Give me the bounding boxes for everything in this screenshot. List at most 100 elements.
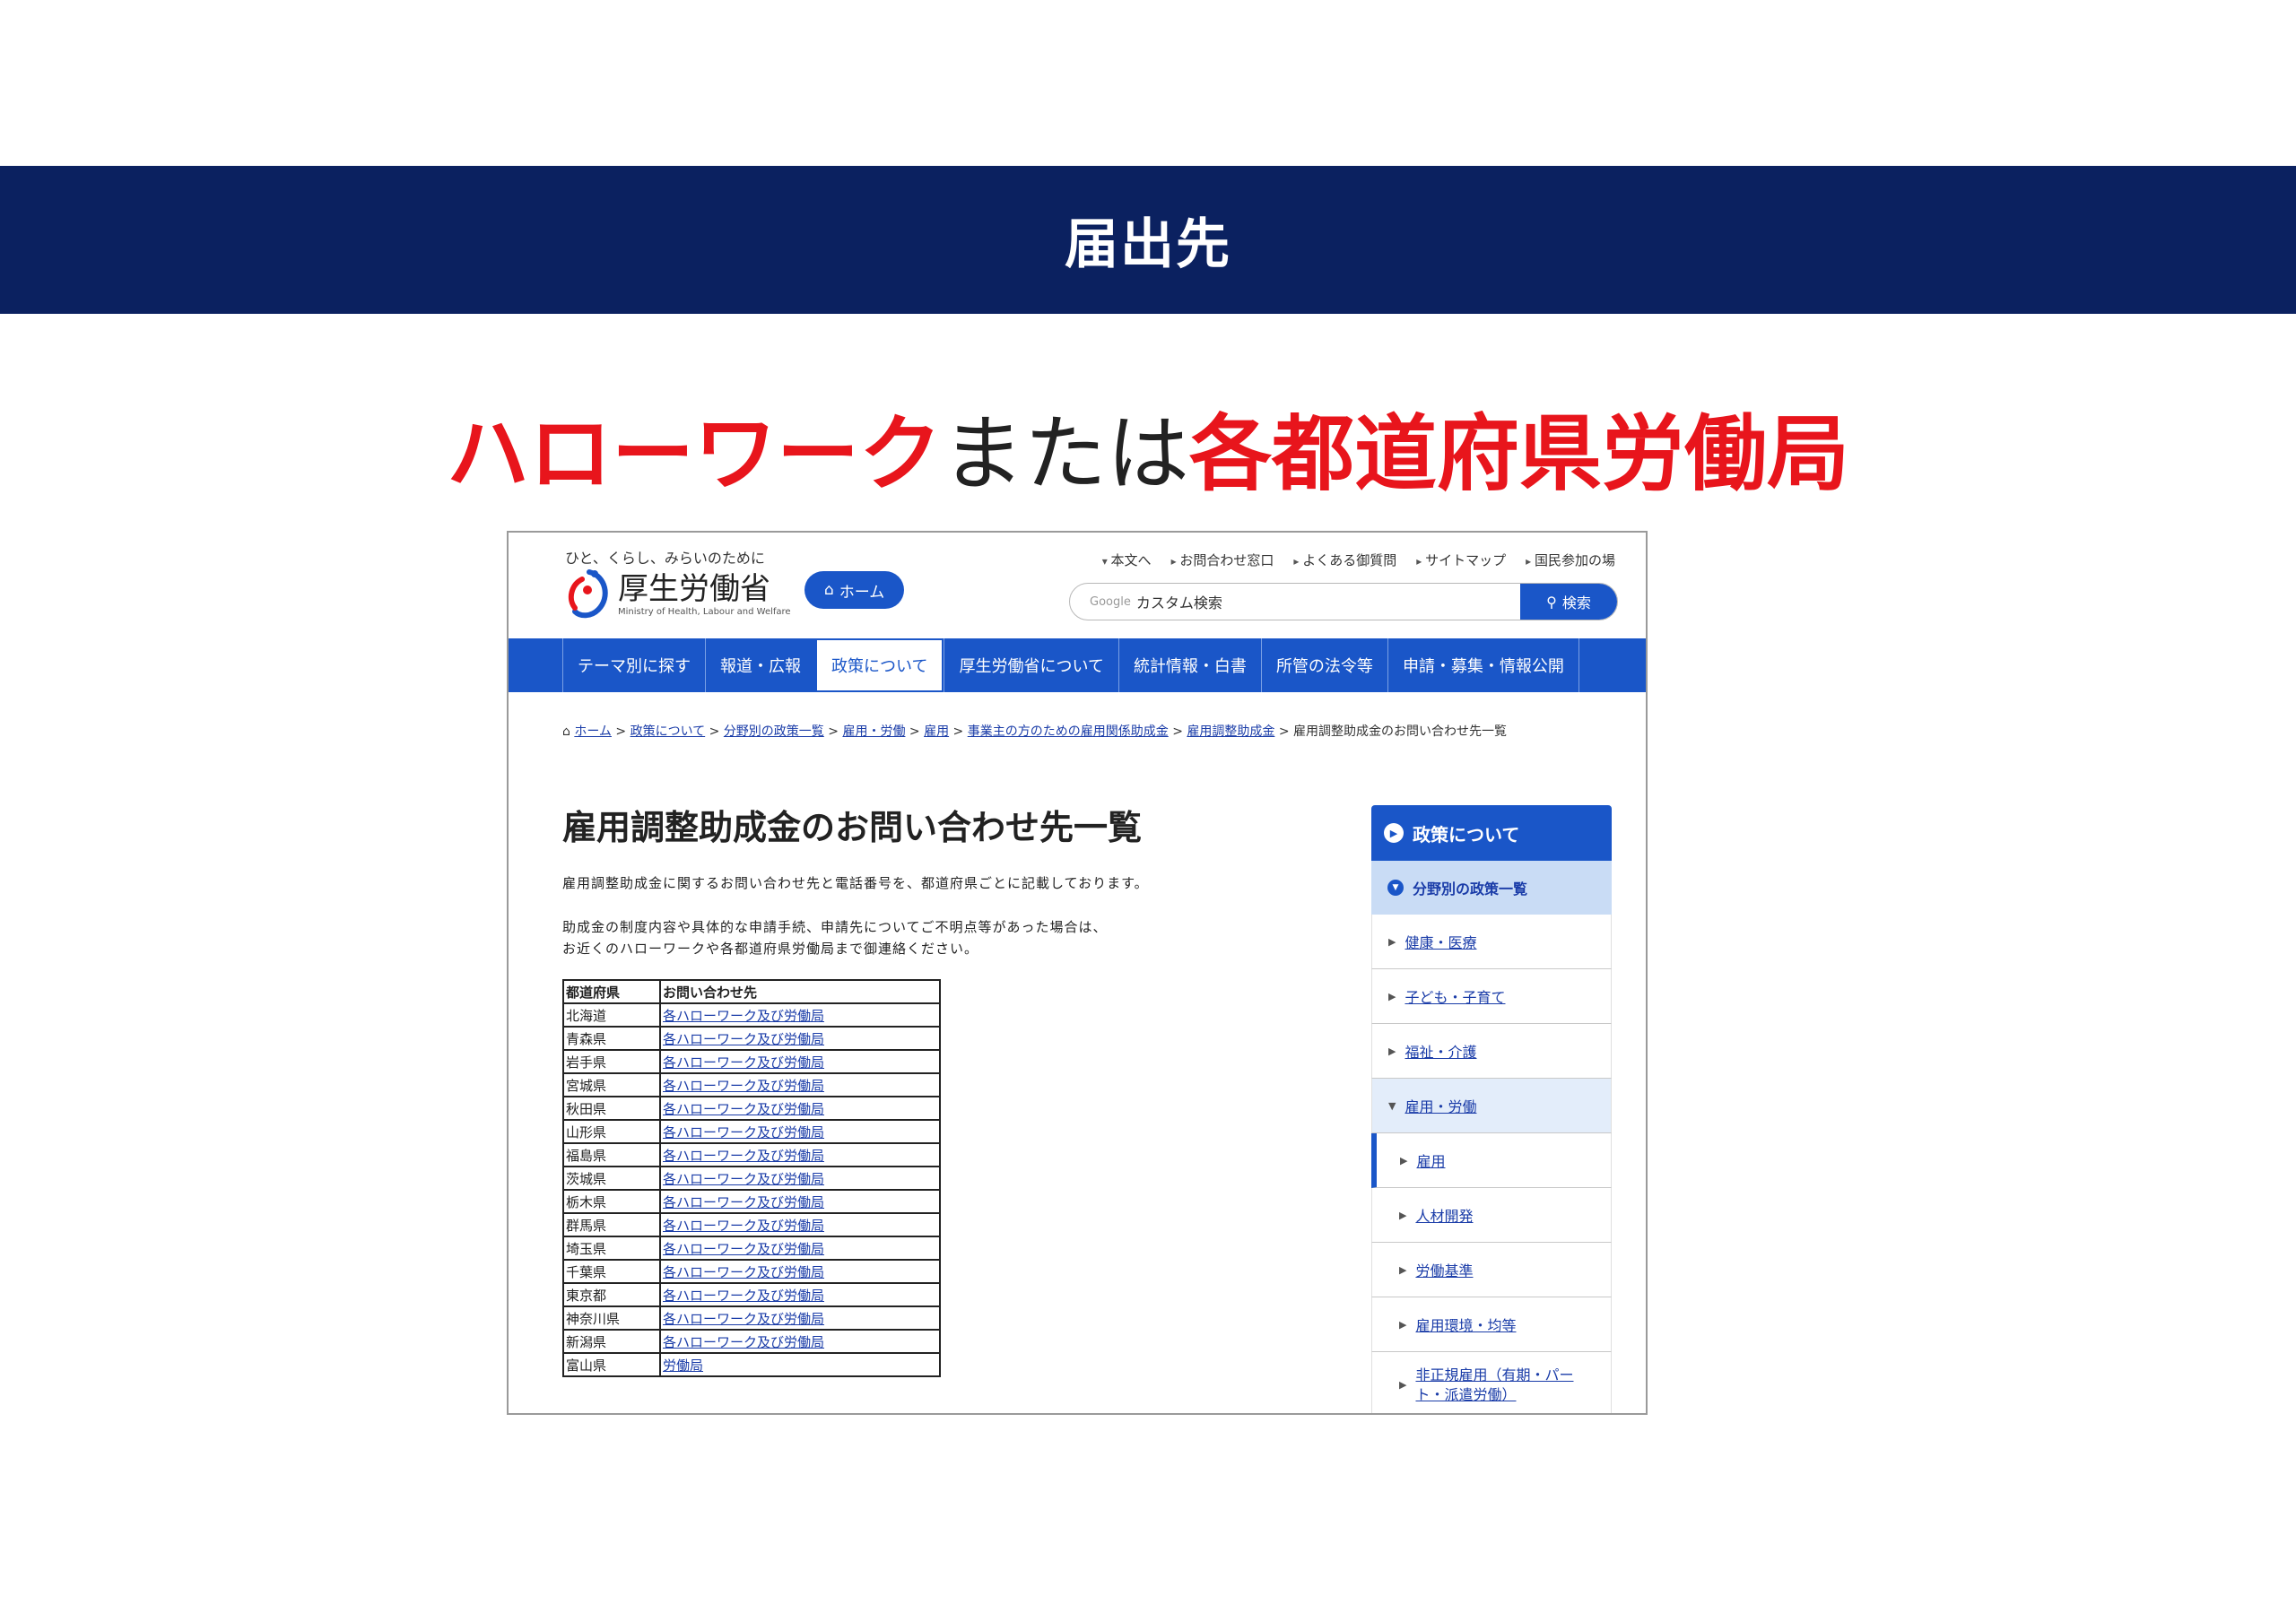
table-row: 千葉県 各ハローワーク及び労働局 [562, 1259, 941, 1284]
headline: ハローワークまたは各都道府県労働局 [0, 405, 2296, 504]
contact-link[interactable]: 各ハローワーク及び労働局 [663, 1218, 824, 1234]
sidebar-child-employment[interactable]: ▶ 雇用 [1371, 1133, 1612, 1188]
contact-link[interactable]: 各ハローワーク及び労働局 [663, 1334, 824, 1350]
contact-link[interactable]: 各ハローワーク及び労働局 [663, 1264, 824, 1280]
contact-link[interactable]: 各ハローワーク及び労働局 [663, 1008, 824, 1024]
sidebar-item-label[interactable]: 子ども・子育て [1405, 985, 1505, 1007]
sidebar-item-label[interactable]: 福祉・介護 [1405, 1040, 1476, 1062]
sidebar-heading[interactable]: ▶ 政策について [1371, 805, 1612, 861]
breadcrumb-item[interactable]: 分野別の政策一覧 [724, 724, 824, 739]
home-button[interactable]: ⌂ ホーム [804, 571, 905, 609]
link-skip-to-content[interactable]: 本文へ [1102, 551, 1152, 569]
cell-contact: 各ハローワーク及び労働局 [659, 1212, 941, 1237]
cell-contact: 各ハローワーク及び労働局 [659, 1305, 941, 1331]
sidebar-item-employment-labour[interactable]: ▼ 雇用・労働 [1371, 1079, 1612, 1133]
cell-prefecture: 東京都 [562, 1282, 661, 1307]
sidebar-item-label[interactable]: 健康・医療 [1405, 931, 1476, 952]
sidebar-child-label[interactable]: 雇用 [1416, 1149, 1445, 1171]
link-faq[interactable]: よくある御質問 [1293, 551, 1396, 569]
search-brand: Google [1090, 594, 1131, 609]
sidebar-item-health[interactable]: ▶ 健康・医療 [1371, 915, 1612, 969]
contact-link[interactable]: 各ハローワーク及び労働局 [663, 1031, 824, 1047]
triangle-right-icon: ▶ [1399, 1379, 1407, 1391]
breadcrumb-item[interactable]: 雇用 [924, 724, 949, 739]
cell-prefecture: 北海道 [562, 1002, 661, 1028]
contact-table: 都道府県 お問い合わせ先 北海道 各ハローワーク及び労働局 青森県 各ハローワーク及び… [562, 979, 941, 1377]
headline-labour-bureau: 各都道府県労働局 [1189, 406, 1850, 502]
sidebar-sub-label: 分野別の政策一覧 [1413, 880, 1528, 898]
breadcrumb-separator: > [1278, 724, 1290, 739]
gnav-laws[interactable]: 所管の法令等 [1260, 638, 1387, 692]
sidebar-child-equality[interactable]: ▶ 雇用環境・均等 [1371, 1297, 1612, 1352]
cell-prefecture: 群馬県 [562, 1212, 661, 1237]
sidebar-child-label[interactable]: 非正規雇用（有期・パート・派遣労働） [1415, 1366, 1586, 1405]
breadcrumb-separator: > [909, 724, 920, 739]
link-contact[interactable]: お問合わせ窓口 [1171, 551, 1274, 569]
gnav-about[interactable]: 厚生労働省について [944, 638, 1118, 692]
arrow-circle-icon: ▶ [1384, 823, 1404, 843]
mhlw-logo-icon [568, 569, 608, 619]
table-row: 青森県 各ハローワーク及び労働局 [562, 1026, 941, 1051]
triangle-down-icon: ▼ [1388, 1099, 1396, 1112]
sidebar-item-children[interactable]: ▶ 子ども・子育て [1371, 969, 1612, 1024]
breadcrumb-separator: > [828, 724, 839, 739]
contact-link[interactable]: 各ハローワーク及び労働局 [663, 1124, 824, 1141]
breadcrumb-item[interactable]: 雇用調整助成金 [1187, 724, 1274, 739]
breadcrumb-item[interactable]: 雇用・労働 [842, 724, 905, 739]
sidebar-child-hr-development[interactable]: ▶ 人材開発 [1371, 1188, 1612, 1243]
triangle-right-icon: ▶ [1400, 1154, 1408, 1167]
gnav-statistics[interactable]: 統計情報・白書 [1118, 638, 1261, 692]
contact-link[interactable]: 各ハローワーク及び労働局 [663, 1054, 824, 1071]
triangle-right-icon: ▶ [1399, 1263, 1407, 1276]
site-logo[interactable]: 厚生労働省 Ministry of Health, Labour and Wel… [562, 567, 791, 620]
breadcrumb-item[interactable]: 政策について [631, 724, 706, 739]
slide-banner: 届出先 [0, 166, 2296, 314]
contact-link[interactable]: 各ハローワーク及び労働局 [663, 1288, 824, 1304]
contact-link[interactable]: 各ハローワーク及び労働局 [663, 1194, 824, 1210]
table-header-row: 都道府県 お問い合わせ先 [562, 979, 941, 1004]
breadcrumb-item[interactable]: 事業主の方のための雇用関係助成金 [968, 724, 1169, 739]
search-button-label: 検索 [1561, 594, 1591, 612]
gnav-theme[interactable]: テーマ別に探す [562, 638, 705, 692]
contact-link[interactable]: 各ハローワーク及び労働局 [663, 1078, 824, 1094]
cell-contact: 各ハローワーク及び労働局 [659, 1329, 941, 1354]
contact-link[interactable]: 各ハローワーク及び労働局 [663, 1148, 824, 1164]
lead-line: お近くのハローワークや各都道府県労働局まで御連絡ください。 [562, 941, 979, 957]
sidebar-sub-heading[interactable]: ▼ 分野別の政策一覧 [1371, 861, 1612, 915]
gnav-press[interactable]: 報道・広報 [705, 638, 815, 692]
website-screenshot: ひと、くらし、みらいのために 厚生労働省 Ministry of Health,… [507, 531, 1648, 1415]
cell-prefecture: 岩手県 [562, 1049, 661, 1074]
contact-link[interactable]: 各ハローワーク及び労働局 [663, 1241, 824, 1257]
breadcrumb-home[interactable]: ホーム [574, 724, 612, 739]
lead-line: 助成金の制度内容や具体的な申請手続、申請先についてご不明点等があった場合は、 [562, 919, 1108, 935]
breadcrumb-home-icon: ⌂ [562, 724, 570, 739]
cell-contact: 各ハローワーク及び労働局 [659, 1236, 941, 1261]
sidebar-child-label[interactable]: 雇用環境・均等 [1415, 1314, 1516, 1335]
search-button[interactable]: ⚲ 検索 [1520, 584, 1617, 620]
breadcrumb-separator: > [615, 724, 627, 739]
search-input[interactable]: カスタム検索 [1136, 591, 1222, 612]
link-participation[interactable]: 国民参加の場 [1526, 551, 1615, 569]
cell-contact: 各ハローワーク及び労働局 [659, 1119, 941, 1144]
sidebar-child-label[interactable]: 人材開発 [1415, 1204, 1473, 1226]
sidebar-item-welfare[interactable]: ▶ 福祉・介護 [1371, 1024, 1612, 1079]
contact-link[interactable]: 労働局 [663, 1357, 703, 1374]
cell-contact: 各ハローワーク及び労働局 [659, 1002, 941, 1028]
headline-hellowork: ハローワーク [446, 406, 942, 502]
contact-link[interactable]: 各ハローワーク及び労働局 [663, 1101, 824, 1117]
table-row: 埼玉県 各ハローワーク及び労働局 [562, 1236, 941, 1261]
breadcrumb-separator: > [952, 724, 964, 739]
lead-text-2: 助成金の制度内容や具体的な申請手続、申請先についてご不明点等があった場合は、 お… [562, 916, 1108, 959]
sidebar-child-non-regular[interactable]: ▶ 非正規雇用（有期・パート・派遣労働） [1371, 1352, 1612, 1413]
sidebar-child-labour-standards[interactable]: ▶ 労働基準 [1371, 1243, 1612, 1297]
lead-text: 雇用調整助成金に関するお問い合わせ先と電話番号を、都道府県ごとに記載しております… [562, 875, 1149, 891]
gnav-applications[interactable]: 申請・募集・情報公開 [1387, 638, 1579, 692]
sidebar-child-label[interactable]: 労働基準 [1415, 1259, 1473, 1280]
link-sitemap[interactable]: サイトマップ [1416, 551, 1506, 569]
sidebar-item-label[interactable]: 雇用・労働 [1405, 1095, 1476, 1116]
cell-prefecture: 福島県 [562, 1142, 661, 1167]
contact-link[interactable]: 各ハローワーク及び労働局 [663, 1311, 824, 1327]
contact-link[interactable]: 各ハローワーク及び労働局 [663, 1171, 824, 1187]
gnav-policy[interactable]: 政策について [815, 638, 944, 692]
breadcrumb-separator: > [709, 724, 720, 739]
